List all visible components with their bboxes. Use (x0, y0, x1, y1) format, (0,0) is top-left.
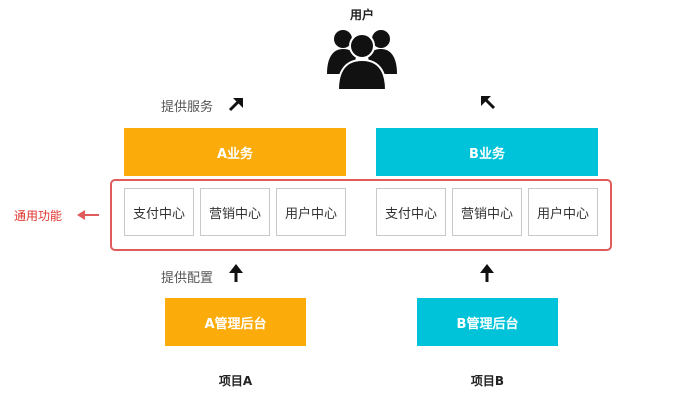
project-b-label: 项目B (470, 374, 505, 388)
business-a-box: A业务 (124, 128, 346, 176)
module-b-user: 用户中心 (528, 188, 598, 236)
provide-service-label: 提供服务 (161, 100, 214, 115)
module-a-marketing: 营销中心 (200, 188, 270, 236)
admin-b-box: B管理后台 (417, 298, 558, 346)
admin-a-box: A管理后台 (165, 298, 306, 346)
arrow-up-icon (480, 264, 494, 282)
business-b-label: B业务 (469, 146, 505, 162)
module-a-user: 用户中心 (276, 188, 346, 236)
project-a-label: 项目A (218, 374, 253, 388)
module-b-marketing: 营销中心 (452, 188, 522, 236)
business-b-box: B业务 (376, 128, 598, 176)
users-label: 用户 (349, 8, 374, 22)
module-b-payment: 支付中心 (376, 188, 446, 236)
users-group-icon (327, 30, 397, 91)
common-functions-label: 通用功能 (14, 209, 63, 223)
admin-a-label: A管理后台 (204, 316, 267, 332)
admin-b-label: B管理后台 (456, 316, 519, 332)
arrow-up-icon (229, 264, 243, 282)
arrow-up-right-icon (228, 98, 243, 112)
business-a-label: A业务 (216, 146, 254, 162)
arrow-left-icon (77, 210, 99, 220)
provide-config-label: 提供配置 (161, 271, 214, 286)
module-a-payment: 支付中心 (124, 188, 194, 236)
arrow-up-left-icon (481, 96, 496, 110)
